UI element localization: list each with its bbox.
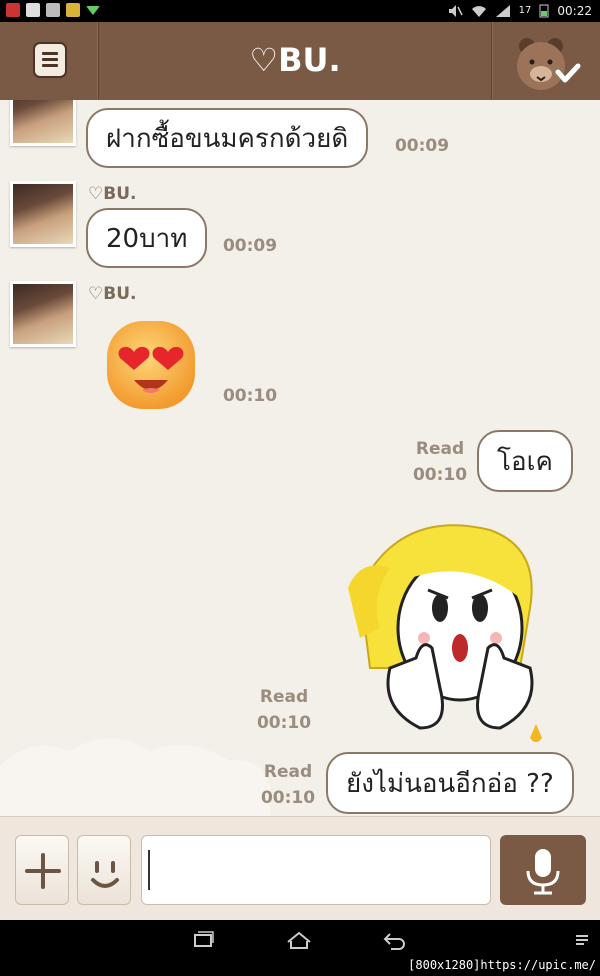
clock: 00:22 <box>557 3 592 18</box>
thumbs-up-girl-sticker[interactable] <box>340 518 566 742</box>
signal-icon <box>495 4 510 17</box>
message-time: 00:10 <box>260 788 316 808</box>
my-message-bubble[interactable]: โอเค <box>477 430 573 492</box>
friend-avatar[interactable] <box>10 181 76 247</box>
message-time: 00:10 <box>412 465 468 485</box>
chat-header: ♡BU. <box>0 22 600 102</box>
friend-avatar[interactable] <box>10 281 76 347</box>
sender-name: ♡BU. <box>88 284 137 304</box>
add-attachment-button[interactable] <box>15 835 69 905</box>
status-bar: 17 00:22 <box>0 0 600 22</box>
friend-options-button[interactable] <box>491 22 600 100</box>
text-caret <box>148 850 150 890</box>
read-receipt: Read <box>263 762 313 782</box>
bear-icon <box>517 38 581 90</box>
read-receipt: Read <box>259 687 309 707</box>
chat-area[interactable]: ฝากซื้อขนมครกด้วยดิ 00:09 ♡BU. 20บาท 00:… <box>0 100 600 816</box>
smiley-icon <box>91 861 119 888</box>
heart-eyes-emoji[interactable] <box>104 318 198 412</box>
emoticon-button[interactable] <box>77 835 131 905</box>
message-bubble[interactable]: 20บาท <box>86 208 208 268</box>
notification-icon <box>6 3 20 17</box>
friend-avatar[interactable] <box>10 100 76 146</box>
message-bubble[interactable]: ฝากซื้อขนมครกด้วยดิ <box>86 108 369 168</box>
image-icon <box>46 3 60 17</box>
app-icon <box>66 3 80 17</box>
watermark: [800x1280]https://upic.me/ <box>408 958 596 972</box>
back-icon[interactable] <box>382 930 408 950</box>
read-receipt: Read <box>415 439 465 459</box>
wifi-icon <box>471 5 486 17</box>
message-icon <box>26 3 40 17</box>
home-icon[interactable] <box>286 930 312 950</box>
sender-name: ♡BU. <box>88 184 137 204</box>
message-time: 00:09 <box>222 236 278 256</box>
menu-button[interactable] <box>0 22 99 100</box>
message-time: 00:10 <box>256 713 312 733</box>
recent-apps-icon[interactable] <box>192 930 216 950</box>
message-time: 00:10 <box>222 386 278 406</box>
message-time: 00:09 <box>394 136 450 156</box>
microphone-icon <box>526 849 560 895</box>
notification-icons <box>6 3 100 17</box>
message-input-bar <box>0 816 600 921</box>
battery-level: 17 <box>518 5 532 16</box>
plus-icon <box>25 853 61 889</box>
battery-icon <box>539 4 549 18</box>
navigation-bar: [800x1280]https://upic.me/ <box>0 920 600 976</box>
mute-icon <box>448 4 463 17</box>
menu-icon <box>33 42 67 78</box>
voice-message-button[interactable] <box>500 835 586 905</box>
my-message-bubble[interactable]: ยังไม่นอนอีกอ่อ ?? <box>326 752 574 814</box>
message-input[interactable] <box>141 835 491 905</box>
chat-title: ♡BU. <box>249 41 341 79</box>
download-icon <box>86 6 100 15</box>
menu-overflow-icon[interactable] <box>574 930 590 950</box>
